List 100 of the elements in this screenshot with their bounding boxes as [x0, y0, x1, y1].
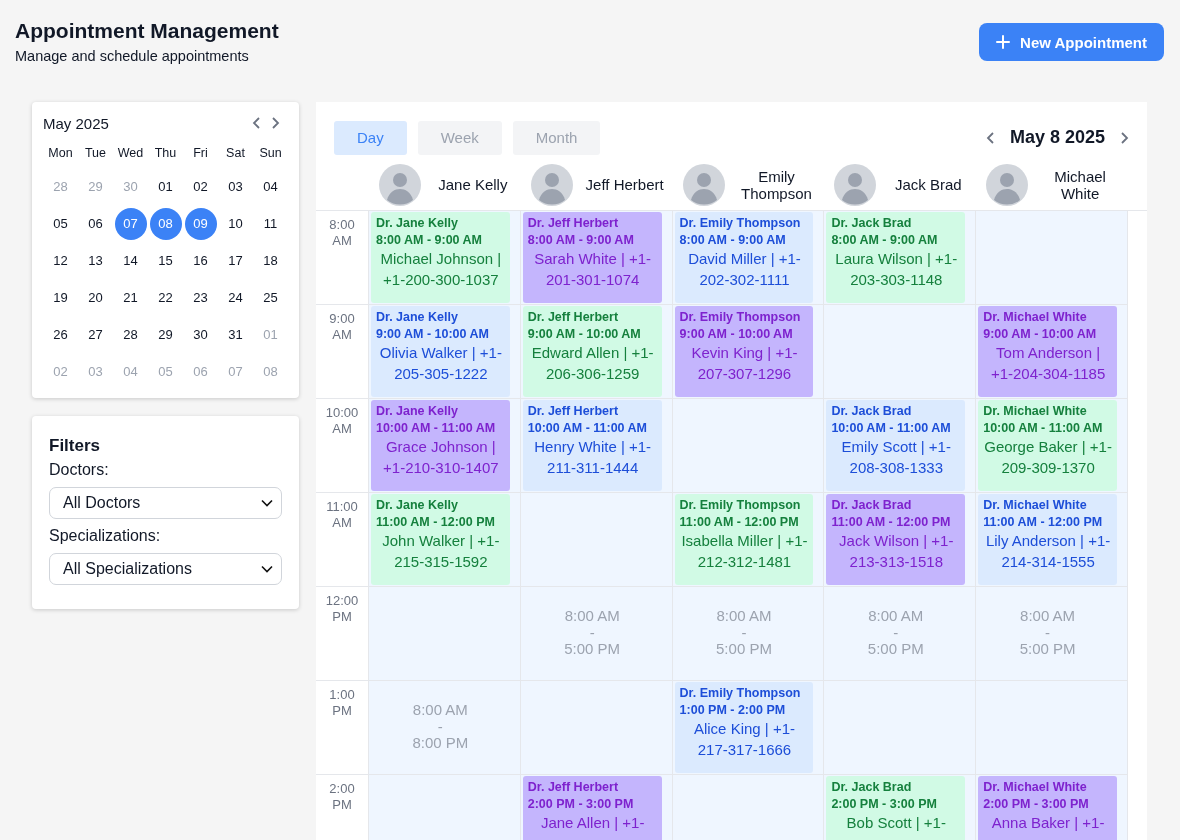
appointment-time: 9:00 AM - 10:00 AM — [375, 325, 490, 342]
appointment-card[interactable]: Dr. Michael White 2:00 PM - 3:00 PM Anna Baker | +1- — [978, 776, 1117, 840]
time-label: 11:00 AM — [325, 499, 359, 531]
current-date: May 8 2025 — [1009, 127, 1105, 148]
appointment-card[interactable]: Dr. Jack Brad 8:00 AM - 9:00 AM Laura Wilson | +1-203-303-1148 — [826, 212, 966, 303]
specializations-select[interactable]: All Specializations — [49, 553, 282, 585]
appointment-doctor: Dr. Jeff Herbert — [527, 215, 620, 232]
avatar-icon — [682, 163, 725, 206]
calendar-month: May 2025 — [43, 114, 109, 132]
appointment-patient: John Walker | +1-215-315-1592 — [381, 531, 501, 572]
calendar-day[interactable]: 04 — [254, 171, 287, 203]
calendar-day[interactable]: 20 — [79, 282, 112, 314]
appointment-card[interactable]: Dr. Jeff Herbert 8:00 AM - 9:00 AM Sarah White | +1-201-301-1074 — [522, 212, 662, 303]
appointment-doctor: Dr. Jack Brad — [831, 497, 913, 514]
calendar-day[interactable]: 30 — [184, 319, 217, 351]
doctors-select[interactable]: All Doctors — [49, 487, 282, 519]
chevron-down-icon — [261, 565, 273, 573]
calendar-day[interactable]: 06 — [79, 208, 112, 240]
avatar-icon — [986, 163, 1029, 206]
appointment-patient: Isabella Miller | +1-212-312-1481 — [680, 531, 809, 572]
appointment-card[interactable]: Dr. Emily Thompson 9:00 AM - 10:00 AM Kevin King | +1-207-307-1296 — [674, 306, 814, 397]
calendar-day[interactable]: 31 — [219, 319, 252, 351]
appointment-card[interactable]: Dr. Michael White 9:00 AM - 10:00 AM Tom Anderson | +1-204-304-1185 — [978, 306, 1117, 397]
calendar-day[interactable]: 16 — [184, 245, 217, 277]
calendar-day[interactable]: 12 — [44, 245, 77, 277]
calendar-day[interactable]: 27 — [79, 319, 112, 351]
appointment-card[interactable]: Dr. Jeff Herbert 9:00 AM - 10:00 AM Edward Allen | +1-206-306-1259 — [522, 306, 662, 397]
appointment-doctor: Dr. Emily Thompson — [679, 685, 802, 702]
view-tab[interactable]: Day — [334, 120, 407, 155]
calendar-day[interactable]: 11 — [254, 208, 287, 240]
appointment-doctor: Dr. Michael White — [983, 497, 1088, 514]
appointment-card[interactable]: Dr. Jeff Herbert 10:00 AM - 11:00 AM Henry White | +1-211-311-1444 — [522, 400, 662, 491]
appointment-card[interactable]: Dr. Michael White 10:00 AM - 11:00 AM George Baker | +1-209-309-1370 — [978, 400, 1117, 491]
appointment-card[interactable]: Dr. Jack Brad 11:00 AM - 12:00 PM Jack Wilson | +1-213-313-1518 — [826, 494, 966, 585]
calendar-day[interactable]: 15 — [149, 245, 182, 277]
calendar-day[interactable]: 25 — [254, 282, 287, 314]
calendar-day[interactable]: 23 — [184, 282, 217, 314]
working-hours-text: 5:00 PM — [564, 641, 621, 658]
calendar-day[interactable]: 02 — [184, 171, 217, 203]
appointment-doctor: Dr. Jane Kelly — [375, 215, 459, 232]
appointment-time: 2:00 PM - 3:00 PM — [983, 795, 1090, 812]
appointment-time: 8:00 AM - 9:00 AM — [375, 231, 483, 248]
appointment-time: 8:00 AM - 9:00 AM — [679, 231, 787, 248]
calendar-day[interactable]: 18 — [254, 245, 287, 277]
appointment-card[interactable]: Dr. Jane Kelly 8:00 AM - 9:00 AM Michael Johnson | +1-200-300-1037 — [370, 212, 510, 303]
calendar-day[interactable]: 13 — [79, 245, 112, 277]
appointment-time: 9:00 AM - 10:00 AM — [983, 325, 1098, 342]
working-hours-text: 8:00 AM — [716, 608, 772, 625]
appointment-card[interactable]: Dr. Michael White 11:00 AM - 12:00 PM Lily Anderson | +1-214-314-1555 — [978, 494, 1117, 585]
previous-month-icon[interactable] — [252, 116, 262, 130]
appointment-card[interactable]: Dr. Jane Kelly 11:00 AM - 12:00 PM John Walker | +1-215-315-1592 — [370, 494, 510, 585]
appointment-card[interactable]: Dr. Emily Thompson 11:00 AM - 12:00 PM Isabella Miller | +1-212-312-1481 — [674, 494, 814, 585]
calendar-day[interactable]: 10 — [219, 208, 252, 240]
calendar-day[interactable]: 14 — [114, 245, 147, 277]
calendar-day[interactable]: 05 — [44, 208, 77, 240]
time-label: 2:00 PM — [328, 781, 356, 813]
working-hours-text: 8:00 AM — [868, 608, 924, 625]
new-appointment-button[interactable]: New Appointment — [979, 23, 1164, 61]
calendar-day[interactable]: 28 — [114, 319, 147, 351]
appointment-doctor: Dr. Emily Thompson — [679, 309, 802, 326]
appointment-patient: Kevin King | +1-207-307-1296 — [690, 343, 799, 384]
calendar-day[interactable]: 01 — [149, 171, 182, 203]
working-hours-text: 8:00 AM — [564, 608, 620, 625]
calendar-day[interactable]: 22 — [149, 282, 182, 314]
appointment-card[interactable]: Dr. Emily Thompson 1:00 PM - 2:00 PM Alice King | +1-217-317-1666 — [674, 682, 814, 773]
appointment-patient: Sarah White | +1-201-301-1074 — [533, 249, 653, 290]
appointment-card[interactable]: Dr. Emily Thompson 8:00 AM - 9:00 AM David Miller | +1-202-302-1111 — [674, 212, 814, 303]
calendar-day[interactable]: 17 — [219, 245, 252, 277]
working-hours-text: - — [893, 624, 899, 641]
previous-day-icon[interactable] — [985, 129, 996, 146]
working-hours-text: - — [1045, 624, 1051, 641]
appointment-time: 1:00 PM - 2:00 PM — [679, 701, 787, 718]
appointment-patient: Edward Allen | +1-206-306-1259 — [530, 343, 655, 384]
calendar-day[interactable]: 03 — [219, 171, 252, 203]
appointment-patient: Bob Scott | +1- — [845, 813, 947, 833]
doctor-name: Michael White — [1053, 167, 1107, 202]
calendar-day[interactable]: 19 — [44, 282, 77, 314]
appointment-card[interactable]: Dr. Jack Brad 10:00 AM - 11:00 AM Emily Scott | +1-208-308-1333 — [826, 400, 966, 491]
appointment-patient: Tom Anderson | +1-204-304-1185 — [989, 343, 1107, 384]
filters-title: Filters — [49, 436, 102, 456]
appointment-patient: Olivia Walker | +1-205-305-1222 — [378, 343, 503, 384]
calendar-day[interactable]: 24 — [219, 282, 252, 314]
calendar-day[interactable]: 09 — [184, 208, 217, 240]
calendar-day[interactable]: 21 — [114, 282, 147, 314]
appointment-doctor: Dr. Michael White — [983, 403, 1088, 420]
calendar-day[interactable]: 08 — [149, 208, 182, 240]
calendar-day[interactable]: 07 — [114, 208, 147, 240]
calendar-day[interactable]: 26 — [44, 319, 77, 351]
next-month-icon[interactable] — [270, 116, 280, 130]
appointment-card[interactable]: Dr. Jack Brad 2:00 PM - 3:00 PM Bob Scott | +1- — [826, 776, 966, 840]
calendar-day[interactable]: 29 — [149, 319, 182, 351]
appointment-card[interactable]: Dr. Jeff Herbert 2:00 PM - 3:00 PM Jane Allen | +1- — [522, 776, 662, 840]
appointment-card[interactable]: Dr. Jane Kelly 9:00 AM - 10:00 AM Olivia Walker | +1-205-305-1222 — [370, 306, 510, 397]
next-day-icon[interactable] — [1119, 129, 1129, 146]
working-hours-text: 8:00 AM — [1020, 608, 1076, 625]
appointment-patient: Michael Johnson | +1-200-300-1037 — [379, 249, 503, 290]
chevron-down-icon — [261, 499, 273, 507]
appointment-card[interactable]: Dr. Jane Kelly 10:00 AM - 11:00 AM Grace Johnson | +1-210-310-1407 — [370, 400, 510, 491]
appointment-time: 9:00 AM - 10:00 AM — [527, 325, 642, 342]
working-hours-text: 5:00 PM — [1019, 641, 1076, 658]
